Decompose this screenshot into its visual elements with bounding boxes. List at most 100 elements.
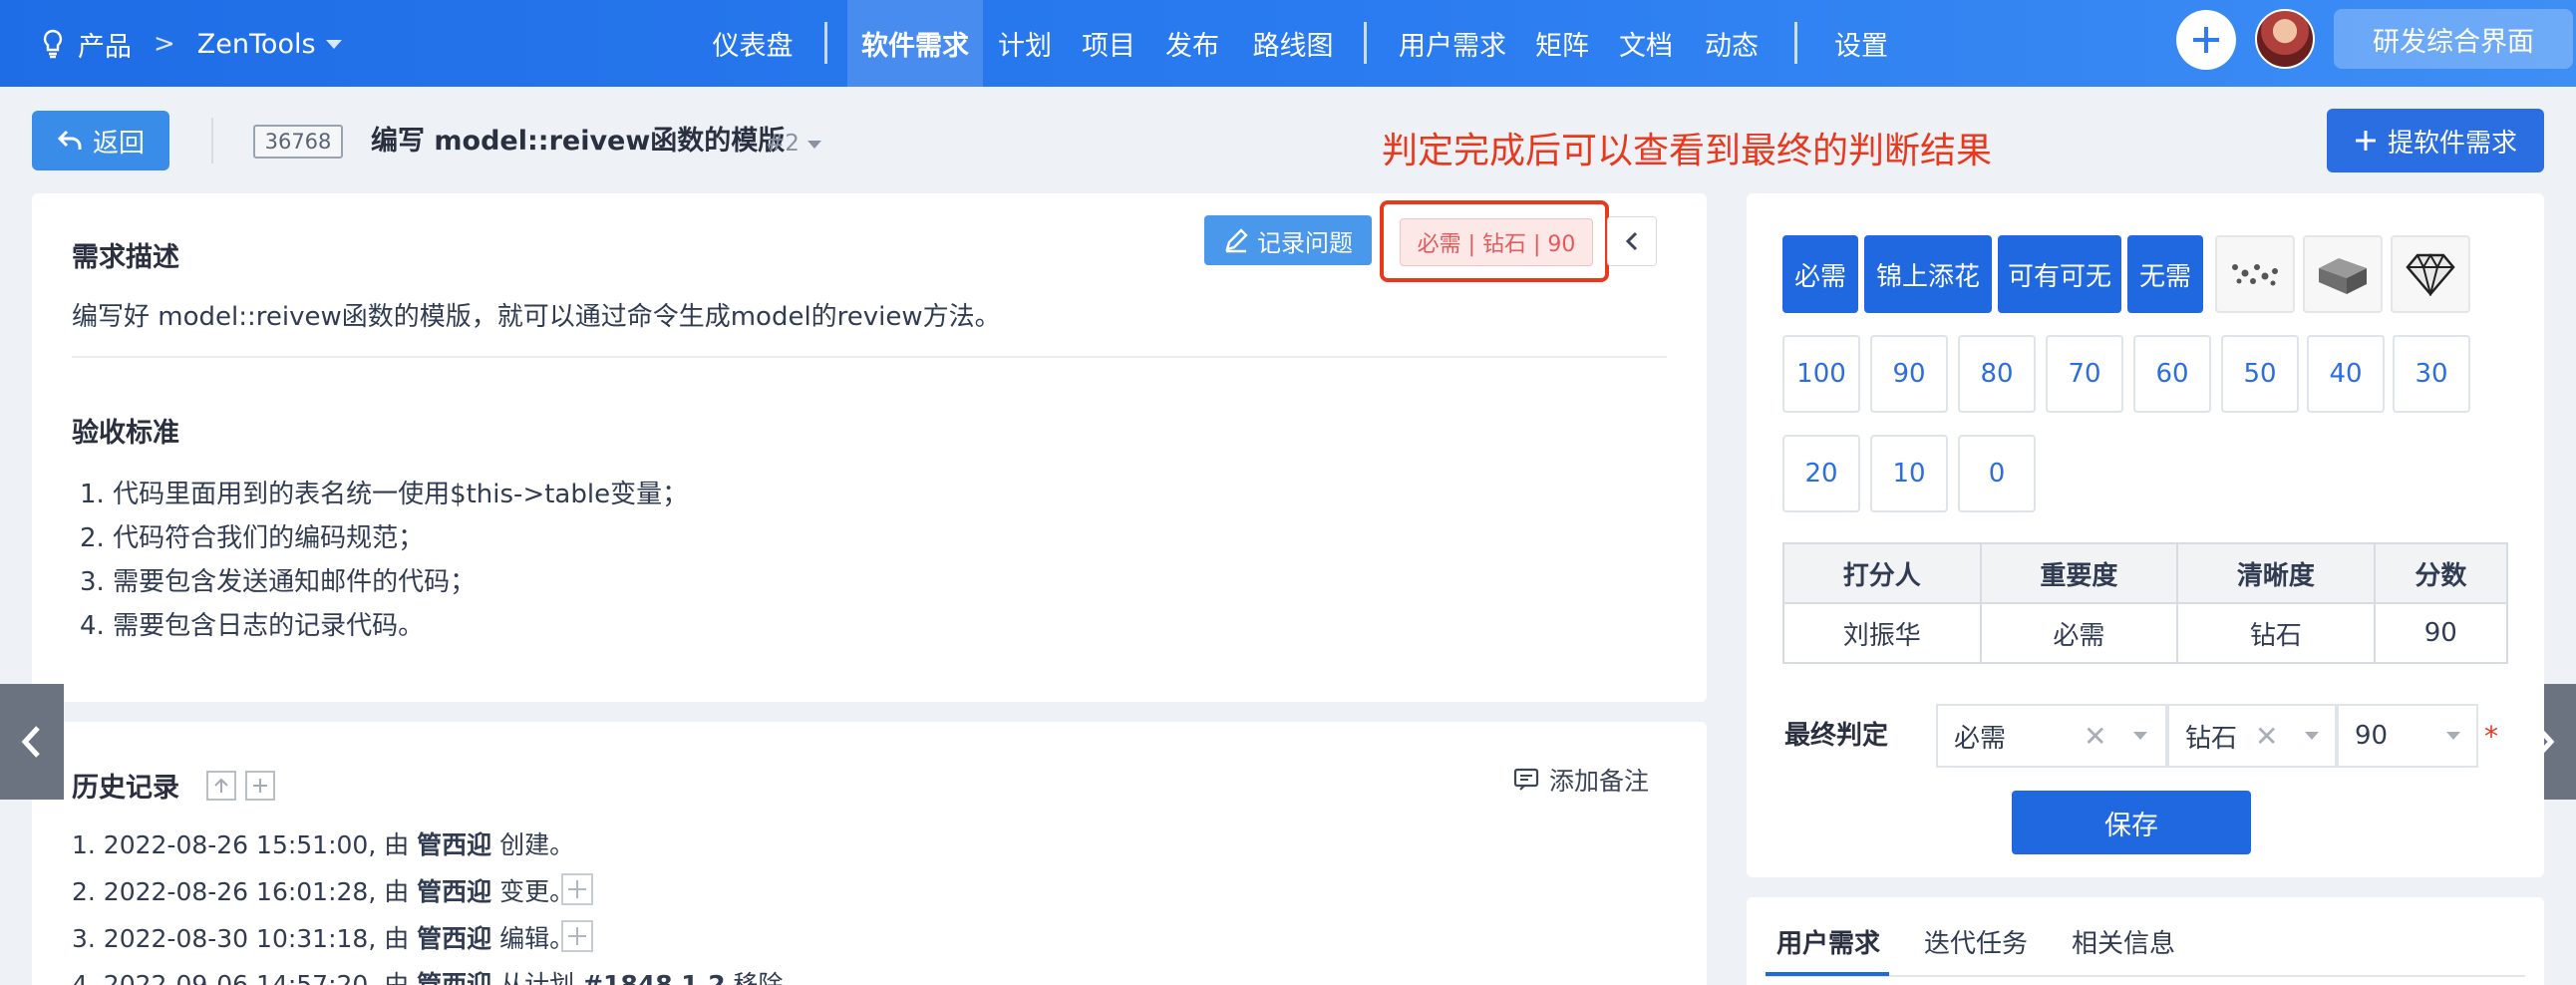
nav-project[interactable]: 项目 — [1073, 0, 1144, 87]
final-clarity-select[interactable]: 钻石 ✕ — [2167, 704, 2337, 768]
diamond-icon — [2406, 253, 2455, 296]
score-chip[interactable]: 30 — [2393, 335, 2470, 413]
product-breadcrumb[interactable]: 产品 > ZenTools — [42, 22, 342, 66]
score-chip[interactable]: 70 — [2046, 335, 2123, 413]
cell-clarity: 钻石 — [2176, 602, 2376, 664]
score-chip[interactable]: 90 — [1870, 335, 1948, 413]
nav-docs[interactable]: 文档 — [1609, 0, 1683, 87]
add-note-button[interactable]: 添加备注 — [1513, 762, 1649, 798]
final-score-value: 90 — [2355, 721, 2389, 751]
final-score-select[interactable]: 90 — [2337, 704, 2478, 768]
final-importance-value: 必需 — [1954, 723, 2007, 754]
cell-reviewer: 刘振华 — [1782, 602, 1982, 664]
chevron-left-icon — [21, 726, 40, 758]
annotation-text: 判定完成后可以查看到最终的判断结果 — [1382, 131, 1993, 171]
score-chip[interactable]: 40 — [2307, 335, 2385, 413]
score-chip[interactable]: 20 — [1782, 435, 1860, 512]
record-issue-button[interactable]: 记录问题 — [1204, 215, 1372, 265]
importance-chip-none[interactable]: 无需 — [2127, 235, 2203, 313]
submit-requirement-button[interactable]: 提软件需求 — [2327, 109, 2544, 172]
nav-divider — [824, 22, 827, 64]
tab-user-requirements[interactable]: 用户需求 — [1776, 923, 1880, 960]
acceptance-title: 验收标准 — [72, 418, 179, 449]
nav-release[interactable]: 发布 — [1156, 0, 1228, 87]
story-version: #2 — [766, 131, 800, 157]
story-id-badge: 36768 — [253, 125, 343, 159]
col-score: 分数 — [2373, 542, 2509, 604]
score-chip[interactable]: 10 — [1870, 435, 1948, 512]
chevron-down-icon — [806, 140, 821, 149]
col-clarity: 清晰度 — [2176, 542, 2376, 604]
nav-settings[interactable]: 设置 — [1820, 0, 1902, 87]
score-chip[interactable]: 0 — [1958, 435, 2036, 512]
nav-plan[interactable]: 计划 — [989, 0, 1061, 87]
plus-icon — [568, 927, 586, 945]
tab-active-indicator — [1766, 972, 1889, 976]
top-navbar: 产品 > ZenTools 仪表盘 软件需求 计划 项目 发布 路线图 用户需求… — [0, 0, 2576, 87]
section-divider — [72, 356, 1667, 358]
clarity-brick-button[interactable] — [2303, 235, 2383, 313]
save-button[interactable]: 保存 — [2012, 791, 2251, 854]
clarity-diamond-button[interactable] — [2391, 235, 2470, 313]
history-user: 管西迎 — [417, 830, 492, 859]
nav-divider — [1364, 22, 1367, 64]
plus-icon — [253, 779, 267, 793]
record-issue-label: 记录问题 — [1257, 228, 1353, 257]
user-avatar[interactable] — [2255, 9, 2315, 69]
plus-icon — [2193, 27, 2219, 53]
story-version-dropdown[interactable]: #2 — [766, 127, 821, 161]
score-chip[interactable]: 60 — [2133, 335, 2211, 413]
edit-icon — [1225, 228, 1248, 253]
clear-icon[interactable]: ✕ — [2084, 720, 2106, 753]
required-mark: * — [2484, 720, 2498, 753]
importance-chip-optional[interactable]: 可有可无 — [1998, 235, 2121, 313]
back-button[interactable]: 返回 — [32, 111, 169, 170]
acceptance-item: 1. 代码里面用到的表名统一使用$this->table变量； — [80, 480, 689, 509]
nav-activity[interactable]: 动态 — [1695, 0, 1769, 87]
history-entry: 2. 2022-08-26 16:01:28, 由 管西迎 变更。 — [72, 877, 575, 906]
cell-score: 90 — [2373, 602, 2509, 664]
importance-chip-required[interactable]: 必需 — [1782, 235, 1858, 313]
sort-order-button[interactable] — [206, 771, 236, 801]
history-plan[interactable]: #1848 1.2 — [582, 970, 726, 985]
nav-dashboard[interactable]: 仪表盘 — [698, 0, 807, 87]
score-chip[interactable]: 50 — [2221, 335, 2299, 413]
acceptance-item: 3. 需要包含发送通知邮件的代码； — [80, 567, 477, 597]
nav-user-requirements[interactable]: 用户需求 — [1394, 0, 1511, 87]
expand-history-button[interactable] — [561, 920, 593, 952]
create-plus-button[interactable] — [2176, 10, 2236, 70]
final-importance-select[interactable]: 必需 ✕ — [1936, 704, 2167, 768]
table-header-row: 打分人 重要度 清晰度 分数 — [1782, 542, 2509, 604]
prev-story-button[interactable] — [0, 684, 64, 800]
back-arrow-icon — [57, 130, 82, 150]
plus-icon — [2355, 131, 2376, 151]
collapse-panel-button[interactable] — [1607, 216, 1657, 266]
nav-roadmap[interactable]: 路线图 — [1240, 0, 1346, 87]
expand-all-button[interactable] — [245, 771, 275, 801]
importance-chip-nice[interactable]: 锦上添花 — [1864, 235, 1992, 313]
add-note-label: 添加备注 — [1549, 767, 1650, 796]
annotation-highlight-box — [1380, 200, 1609, 282]
nav-software-requirements[interactable]: 软件需求 — [847, 0, 983, 87]
history-entry: 1. 2022-08-26 15:51:00, 由 管西迎 创建。 — [72, 830, 575, 859]
history-entry: 4. 2022-09-06 14:57:20, 由 管西迎 从计划 #1848 … — [72, 965, 808, 985]
nav-matrix[interactable]: 矩阵 — [1525, 0, 1599, 87]
history-entry: 3. 2022-08-30 10:31:18, 由 管西迎 编辑。 — [72, 924, 575, 953]
score-chip[interactable]: 80 — [1958, 335, 2036, 413]
tab-related-info[interactable]: 相关信息 — [2072, 923, 2175, 960]
chevron-down-icon — [2446, 732, 2460, 740]
tab-iteration-tasks[interactable]: 迭代任务 — [1924, 923, 2028, 960]
table-row: 刘振华 必需 钻石 90 — [1782, 602, 2509, 664]
clear-icon[interactable]: ✕ — [2255, 720, 2278, 753]
product-name[interactable]: ZenTools — [197, 29, 316, 60]
clarity-dust-button[interactable] — [2215, 235, 2295, 313]
acceptance-item: 4. 需要包含日志的记录代码。 — [80, 611, 425, 641]
submit-label: 提软件需求 — [2387, 128, 2517, 159]
score-chip[interactable]: 100 — [1782, 335, 1860, 413]
chevron-left-icon — [1625, 231, 1638, 251]
chevron-down-icon[interactable] — [325, 39, 342, 49]
review-score-table: 打分人 重要度 清晰度 分数 刘振华 必需 钻石 90 — [1782, 542, 2509, 664]
expand-history-button[interactable] — [561, 873, 593, 905]
product-label[interactable]: 产品 — [78, 25, 132, 64]
rd-interface-switch[interactable]: 研发综合界面 — [2334, 9, 2573, 69]
